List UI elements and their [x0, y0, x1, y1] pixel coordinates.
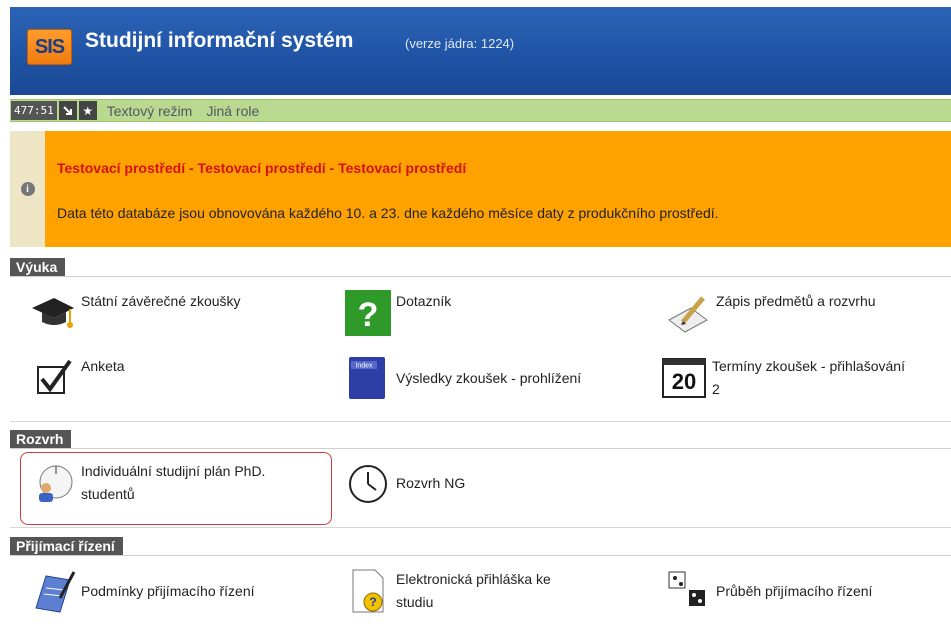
checkbox-icon [37, 359, 72, 394]
menu-item-admission-progress[interactable]: Průběh přijímacího řízení [665, 568, 872, 614]
section-header-vyuka: Výuka [10, 258, 951, 277]
menu-item-admission-conditions[interactable]: Podmínky přijímacího řízení [30, 568, 255, 614]
top-toolbar: 477:51 ★ Textový režim Jiná role [10, 99, 951, 122]
sis-logo[interactable]: SIS [27, 29, 72, 65]
notice-text: Data této databáze jsou obnovována každé… [57, 205, 719, 221]
menu-item-survey[interactable]: Anketa [30, 355, 125, 401]
clipboard-pen-icon [35, 571, 76, 613]
svg-text:20: 20 [672, 369, 696, 394]
notice-sidebar: i [10, 131, 45, 247]
menu-item-exam-results[interactable]: Index Výsledky zkoušek - prohlížení [345, 355, 581, 401]
logo-text: SIS [34, 35, 65, 58]
dice-icon [668, 571, 705, 606]
question-mark-icon: ? [345, 290, 391, 336]
index-book-icon: Index [349, 357, 385, 399]
app-header: SIS Studijní informační systém (verze já… [10, 7, 951, 95]
item-label: Elektronická přihláška ke [396, 571, 551, 587]
svg-text:?: ? [358, 296, 379, 334]
item-label: Podmínky přijímacího řízení [81, 583, 255, 599]
menu-item-state-exams[interactable]: Státní závěrečné zkoušky [30, 290, 241, 336]
menu-item-questionnaire[interactable]: ? Dotazník [345, 290, 451, 336]
app-title: Studijní informační systém [85, 29, 354, 52]
section-title: Rozvrh [10, 430, 72, 448]
item-label: Průběh přijímacího řízení [716, 583, 873, 599]
section-header-prijimaci: Přijímací řízení [10, 537, 951, 556]
item-label: Dotazník [396, 293, 452, 309]
document-question-icon: ? [352, 569, 384, 613]
notice-title: Testovací prostředí - Testovací prostřed… [57, 160, 467, 176]
student-plan-icon [39, 465, 73, 502]
item-label-line2: studentů [81, 486, 135, 502]
menu-item-exam-dates[interactable]: 20 Termíny zkoušek - přihlašování 2 [661, 355, 905, 401]
item-label-line2: studiu [396, 594, 434, 610]
graduation-cap-icon [32, 298, 74, 328]
info-icon: i [20, 182, 35, 196]
calendar-20-icon: 20 [662, 358, 706, 398]
svg-text:?: ? [369, 595, 376, 609]
item-label: Výsledky zkoušek - prohlížení [396, 370, 582, 386]
menu-item-phd-study-plan[interactable]: Individuální studijní plán PhD. studentů [30, 460, 265, 506]
section-title: Výuka [10, 258, 66, 276]
item-label: Individuální studijní plán PhD. [81, 463, 266, 479]
version-label: (verze jádra: 1224) [405, 36, 515, 51]
menu-item-electronic-application[interactable]: ? Elektronická přihláška ke studiu [345, 568, 551, 614]
session-timer: 477:51 [11, 101, 57, 120]
item-label: Rozvrh NG [396, 475, 466, 491]
item-label: Státní závěrečné zkoušky [81, 293, 241, 309]
item-label-line2: 2 [712, 381, 720, 397]
clock-icon [349, 465, 387, 503]
item-label: Termíny zkoušek - přihlašování [712, 358, 905, 374]
arrow-down-right-icon[interactable] [58, 101, 77, 120]
notice-banner: i Testovací prostředí - Testovací prostř… [10, 131, 951, 247]
text-mode-link[interactable]: Textový režim [107, 103, 193, 119]
svg-text:Index: Index [355, 363, 373, 370]
item-label: Anketa [81, 358, 125, 374]
other-role-link[interactable]: Jiná role [206, 103, 259, 119]
section-header-rozvrh: Rozvrh [10, 430, 951, 449]
menu-item-course-enrollment[interactable]: Zápis předmětů a rozvrhu [665, 290, 876, 336]
menu-item-schedule-ng[interactable]: Rozvrh NG [345, 460, 465, 506]
item-label: Zápis předmětů a rozvrhu [716, 293, 876, 309]
section-title: Přijímací řízení [10, 537, 123, 555]
pencil-notepad-icon [668, 296, 708, 333]
star-icon[interactable]: ★ [78, 101, 97, 120]
